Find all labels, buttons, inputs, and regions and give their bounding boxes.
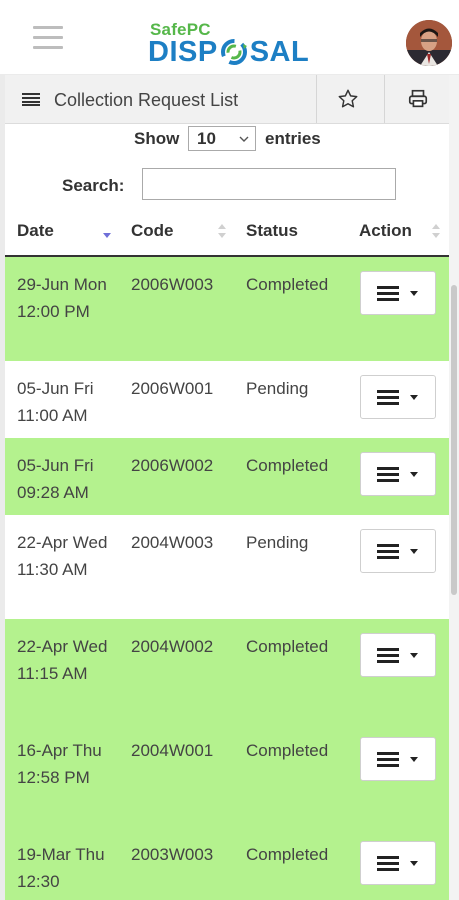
row-action-button[interactable]: [360, 452, 436, 496]
row-date: 22-Apr Wed 11:30 AM: [17, 533, 108, 579]
sort-both-icon[interactable]: [218, 223, 226, 239]
top-bar: SafePC DISP SAL: [0, 0, 459, 74]
row-code: 2004W003: [131, 533, 214, 552]
logo-text-left: DISP: [148, 35, 218, 68]
column-header-status[interactable]: Status: [246, 221, 298, 241]
row-action-button[interactable]: [360, 633, 436, 677]
entries-select[interactable]: 10: [188, 126, 256, 151]
row-date: 16-Apr Thu 12:58 PM: [17, 741, 102, 787]
caret-down-icon: [410, 861, 418, 866]
panel-header: Collection Request List: [5, 75, 449, 124]
table-header: Date Code Status Action: [5, 213, 449, 257]
menu-bars-icon: [377, 752, 399, 768]
menu-bars-icon: [377, 856, 399, 872]
entries-select-value: 10: [197, 128, 216, 148]
row-code: 2004W001: [131, 741, 214, 760]
row-code: 2003W003: [131, 845, 214, 864]
row-code: 2004W002: [131, 637, 214, 656]
table-row: 05-Jun Fri 09:28 AM 2006W002 Completed: [5, 438, 449, 515]
table-row: 22-Apr Wed 11:30 AM 2004W003 Pending: [5, 515, 449, 619]
safepc-disposal-logo[interactable]: SafePC DISP SAL: [148, 20, 318, 69]
row-status: Completed: [246, 275, 329, 294]
table-row: 29-Jun Mon 12:00 PM 2006W003 Completed: [5, 257, 449, 361]
row-action-button[interactable]: [360, 529, 436, 573]
caret-down-icon: [410, 549, 418, 554]
print-button[interactable]: [384, 75, 449, 123]
sort-desc-icon[interactable]: [103, 223, 111, 239]
menu-bars-icon: [377, 648, 399, 664]
recycle-icon: [220, 39, 247, 65]
menu-bars-icon: [377, 286, 399, 302]
panel-title: Collection Request List: [54, 90, 239, 110]
page-scrollbar[interactable]: [449, 75, 459, 900]
row-status: Completed: [246, 845, 329, 864]
caret-down-icon: [410, 395, 418, 400]
table-row: 05-Jun Fri 11:00 AM 2006W001 Pending: [5, 361, 449, 438]
column-header-date[interactable]: Date: [17, 221, 54, 241]
list-icon: [22, 93, 40, 106]
row-status: Completed: [246, 741, 329, 760]
column-header-code[interactable]: Code: [131, 221, 174, 241]
show-label: Show: [134, 129, 180, 148]
entries-control: Show 10 entries: [5, 126, 449, 154]
star-outline-icon: [338, 89, 358, 108]
caret-down-icon: [410, 757, 418, 762]
row-date: 05-Jun Fri 11:00 AM: [17, 379, 94, 425]
row-date: 05-Jun Fri 09:28 AM: [17, 456, 94, 502]
user-avatar[interactable]: [406, 20, 452, 66]
logo-text-right: SAL: [249, 35, 310, 68]
scrollbar-thumb[interactable]: [451, 285, 457, 595]
row-date: 29-Jun Mon 12:00 PM: [17, 275, 107, 321]
table-row: 16-Apr Thu 12:58 PM 2004W001 Completed: [5, 723, 449, 827]
row-action-button[interactable]: [360, 841, 436, 885]
row-date: 19-Mar Thu 12:30: [17, 845, 105, 891]
caret-down-icon: [410, 653, 418, 658]
menu-bars-icon: [377, 544, 399, 560]
menu-bars-icon: [377, 467, 399, 483]
collection-request-panel: Collection Request List Show 10 entries …: [5, 75, 449, 900]
row-code: 2006W001: [131, 379, 214, 398]
chevron-down-icon: [239, 136, 249, 142]
search-label: Search:: [62, 176, 125, 195]
row-date: 22-Apr Wed 11:15 AM: [17, 637, 108, 683]
sort-both-icon[interactable]: [432, 223, 440, 239]
search-input[interactable]: [142, 168, 396, 200]
avatar-image: [406, 20, 452, 66]
printer-icon: [408, 89, 427, 108]
row-code: 2006W003: [131, 275, 214, 294]
row-action-button[interactable]: [360, 737, 436, 781]
column-header-action: Action: [359, 221, 412, 240]
caret-down-icon: [410, 472, 418, 477]
table-row: 19-Mar Thu 12:30 2003W003 Completed: [5, 827, 449, 900]
row-code: 2006W002: [131, 456, 214, 475]
row-status: Completed: [246, 456, 329, 475]
hamburger-menu-icon[interactable]: [33, 26, 63, 50]
row-action-button[interactable]: [360, 375, 436, 419]
row-status: Pending: [246, 379, 309, 398]
caret-down-icon: [410, 291, 418, 296]
menu-bars-icon: [377, 390, 399, 406]
row-status: Completed: [246, 637, 329, 656]
entries-label: entries: [265, 129, 321, 148]
logo-wordmark: DISP SAL: [148, 35, 309, 69]
row-status: Pending: [246, 533, 309, 552]
favorite-button[interactable]: [316, 75, 379, 123]
table-row: 22-Apr Wed 11:15 AM 2004W002 Completed: [5, 619, 449, 723]
row-action-button[interactable]: [360, 271, 436, 315]
